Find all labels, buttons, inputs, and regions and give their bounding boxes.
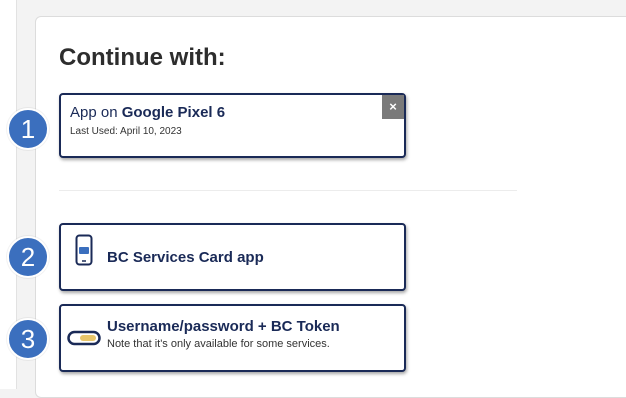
token-key-icon — [67, 330, 101, 346]
step-badge-1: 1 — [7, 108, 49, 150]
last-used-text: Last Used: April 10, 2023 — [70, 126, 182, 137]
step-badge-3: 3 — [7, 318, 49, 360]
option-note: Note that it's only available for some s… — [107, 338, 330, 350]
recent-device-option[interactable]: App on Google Pixel 6 Last Used: April 1… — [59, 93, 406, 158]
step-badge-2: 2 — [7, 236, 49, 278]
divider — [59, 190, 517, 191]
option-title: Username/password + BC Token — [107, 318, 340, 335]
close-icon[interactable]: × — [382, 95, 404, 119]
phone-card-icon — [75, 234, 93, 266]
page-title: Continue with: — [59, 44, 226, 71]
option-prefix: App on — [70, 104, 122, 121]
username-password-token-option[interactable]: Username/password + BC Token Note that i… — [59, 304, 406, 372]
device-name: Google Pixel 6 — [121, 104, 226, 121]
option-title: App on Google Pixel 6 — [70, 104, 225, 121]
option-title: BC Services Card app — [107, 249, 264, 266]
bc-services-card-app-option[interactable]: BC Services Card app — [59, 223, 406, 291]
